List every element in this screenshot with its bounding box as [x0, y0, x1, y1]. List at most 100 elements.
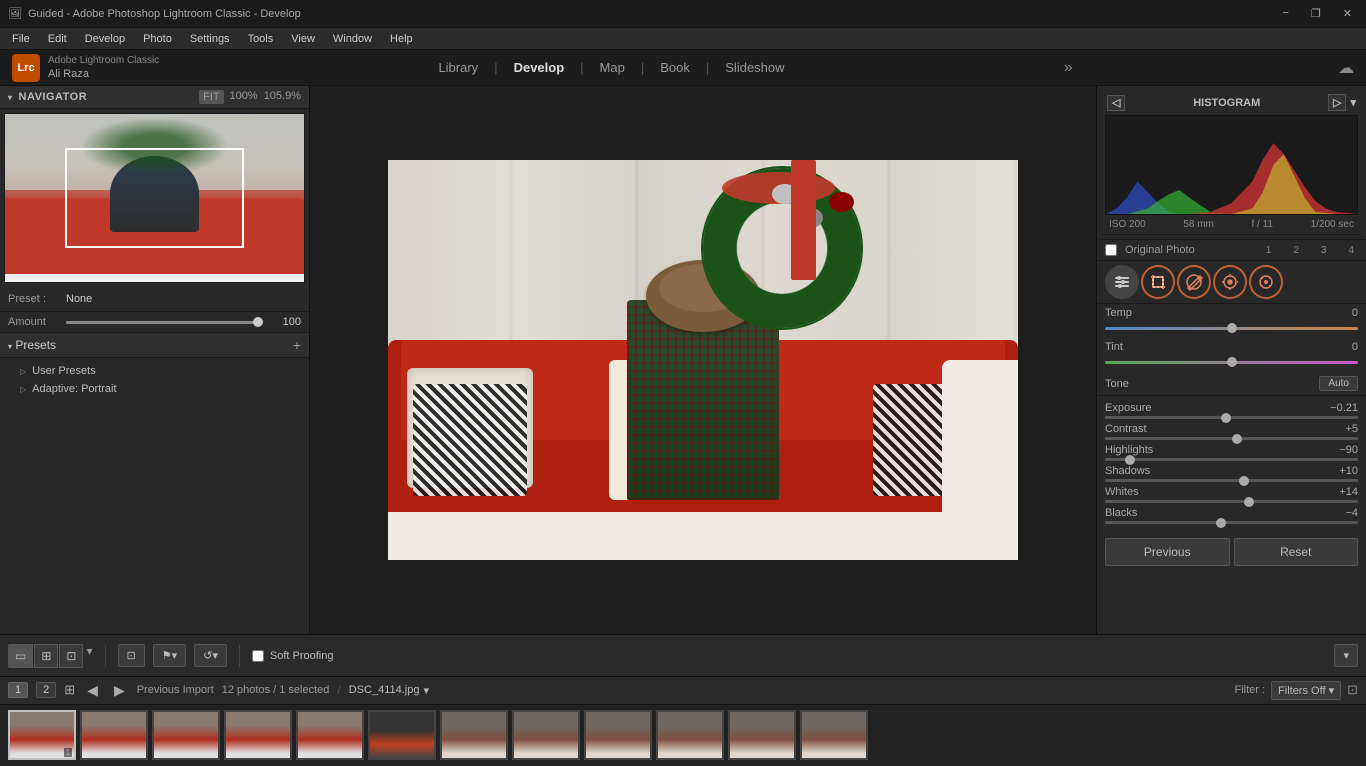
thumb-3[interactable] [152, 710, 220, 760]
more-tool-btn[interactable] [1249, 265, 1283, 299]
thumb-11[interactable] [728, 710, 796, 760]
whites-value: +14 [1339, 486, 1358, 498]
menu-window[interactable]: Window [325, 31, 380, 47]
filmstrip-grid-btn[interactable]: ⊞ [64, 682, 75, 698]
view-dropdown-icon[interactable]: ▾ [86, 644, 92, 668]
fit-btn[interactable]: FIT [199, 90, 224, 104]
contrast-thumb[interactable] [1232, 434, 1242, 444]
highlights-thumb[interactable] [1125, 455, 1135, 465]
highlights-track[interactable] [1105, 458, 1358, 461]
whites-track[interactable] [1105, 500, 1358, 503]
thumb-5[interactable] [296, 710, 364, 760]
thumb-10[interactable] [656, 710, 724, 760]
highlights-value: −90 [1339, 444, 1358, 456]
module-book[interactable]: Book [646, 56, 704, 79]
blacks-thumb[interactable] [1216, 518, 1226, 528]
shadows-track[interactable] [1105, 479, 1358, 482]
tint-thumb[interactable] [1227, 357, 1237, 367]
histogram-expand-icon[interactable]: ▾ [1350, 96, 1356, 109]
menu-file[interactable]: File [4, 31, 38, 47]
module-develop[interactable]: Develop [500, 56, 579, 79]
preset-item-user[interactable]: ▷ User Presets [0, 362, 309, 380]
menu-photo[interactable]: Photo [135, 31, 180, 47]
amount-value: 100 [271, 316, 301, 328]
thumb-12[interactable] [800, 710, 868, 760]
reset-button[interactable]: Reset [1234, 538, 1359, 566]
amount-slider[interactable] [66, 321, 263, 324]
thumb-4[interactable] [224, 710, 292, 760]
tint-track[interactable] [1105, 361, 1358, 364]
temp-thumb[interactable] [1227, 323, 1237, 333]
filmstrip-page1-btn[interactable]: 1 [8, 682, 28, 698]
title-text: 🖼 Guided - Adobe Photoshop Lightroom Cla… [8, 7, 301, 20]
temp-track[interactable] [1105, 327, 1358, 330]
whites-thumb[interactable] [1244, 497, 1254, 507]
previous-button[interactable]: Previous [1105, 538, 1230, 566]
original-photo-label: Original Photo [1125, 244, 1195, 256]
thumb-6[interactable] [368, 710, 436, 760]
thumb-2[interactable] [80, 710, 148, 760]
flag-btn[interactable]: ⚑▾ [153, 644, 186, 667]
tone-label: Tone [1105, 378, 1129, 390]
view-tool-btn[interactable] [1213, 265, 1247, 299]
preset-item-portrait[interactable]: ▷ Adaptive: Portrait [0, 380, 309, 398]
thumb-1[interactable]: 1 [8, 710, 76, 760]
exposure-track[interactable] [1105, 416, 1358, 419]
module-map[interactable]: Map [586, 56, 639, 79]
single-view-btn[interactable]: ▭ [8, 644, 33, 668]
restore-button[interactable]: ❐ [1305, 5, 1327, 22]
exposure-thumb[interactable] [1221, 413, 1231, 423]
soft-proofing-checkbox[interactable] [252, 650, 264, 662]
center-area: MerryChristmas [310, 86, 1096, 634]
module-slideshow[interactable]: Slideshow [711, 56, 798, 79]
clip-left-icon[interactable]: ◁ [1107, 95, 1125, 111]
clip-right-icon[interactable]: ▷ [1328, 94, 1346, 111]
temp-value: 0 [1352, 307, 1358, 319]
thumb-7[interactable] [440, 710, 508, 760]
filter-icon-btn[interactable]: ⊡ [1347, 682, 1358, 698]
preset-expand-icon-2: ▷ [20, 385, 26, 394]
navigator-section: ▾ Navigator FIT 100% 105.9% [0, 86, 309, 287]
thumb-9[interactable] [584, 710, 652, 760]
menu-tools[interactable]: Tools [240, 31, 282, 47]
presets-header[interactable]: ▾ Presets + [0, 333, 309, 358]
original-photo-checkbox[interactable] [1105, 244, 1117, 256]
menu-edit[interactable]: Edit [40, 31, 75, 47]
filter-dropdown-btn[interactable]: Filters Off ▾ [1271, 681, 1341, 700]
thumb-8[interactable] [512, 710, 580, 760]
menu-view[interactable]: View [283, 31, 323, 47]
crop-tool-btn[interactable] [1141, 265, 1175, 299]
blacks-track[interactable] [1105, 521, 1358, 524]
window-controls: − ❐ ✕ [1276, 5, 1358, 22]
auto-button[interactable]: Auto [1319, 376, 1358, 391]
filmstrip-next-arrow[interactable]: ▶ [110, 680, 129, 701]
filmstrip-prev-arrow[interactable]: ◀ [83, 680, 102, 701]
zoom2-btn[interactable]: 105.9% [264, 90, 301, 104]
compare-view-btn[interactable]: ⊡ [59, 644, 83, 668]
minimize-button[interactable]: − [1276, 5, 1294, 22]
menu-develop[interactable]: Develop [77, 31, 133, 47]
step-3: 3 [1321, 245, 1327, 256]
edit-tool-btn[interactable] [1177, 265, 1211, 299]
contrast-track[interactable] [1105, 437, 1358, 440]
menu-help[interactable]: Help [382, 31, 421, 47]
multi-view-btn[interactable]: ⊞ [34, 644, 58, 668]
temp-slider-row: Temp 0 [1097, 304, 1366, 338]
filmstrip-page2-btn[interactable]: 2 [36, 682, 56, 698]
close-button[interactable]: ✕ [1337, 5, 1358, 22]
navigator-header[interactable]: ▾ Navigator FIT 100% 105.9% [0, 86, 309, 109]
exposure-label: Exposure [1105, 402, 1151, 414]
menu-settings[interactable]: Settings [182, 31, 238, 47]
shadows-thumb[interactable] [1239, 476, 1249, 486]
tool-icons-row [1097, 261, 1366, 304]
filename-dropdown[interactable]: ▾ [423, 684, 429, 697]
rotate-btn[interactable]: ↺▾ [194, 644, 227, 667]
proof-dropdown-btn[interactable]: ▾ [1334, 644, 1358, 667]
zoom1-btn[interactable]: 100% [230, 90, 258, 104]
crop-overlay-btn[interactable]: ⊡ [118, 644, 145, 667]
basic-sliders-btn[interactable] [1105, 265, 1139, 299]
add-preset-btn[interactable]: + [293, 337, 301, 353]
module-library[interactable]: Library [424, 56, 492, 79]
module-more[interactable]: » [1064, 59, 1073, 77]
focal-info: 58 mm [1183, 219, 1214, 230]
